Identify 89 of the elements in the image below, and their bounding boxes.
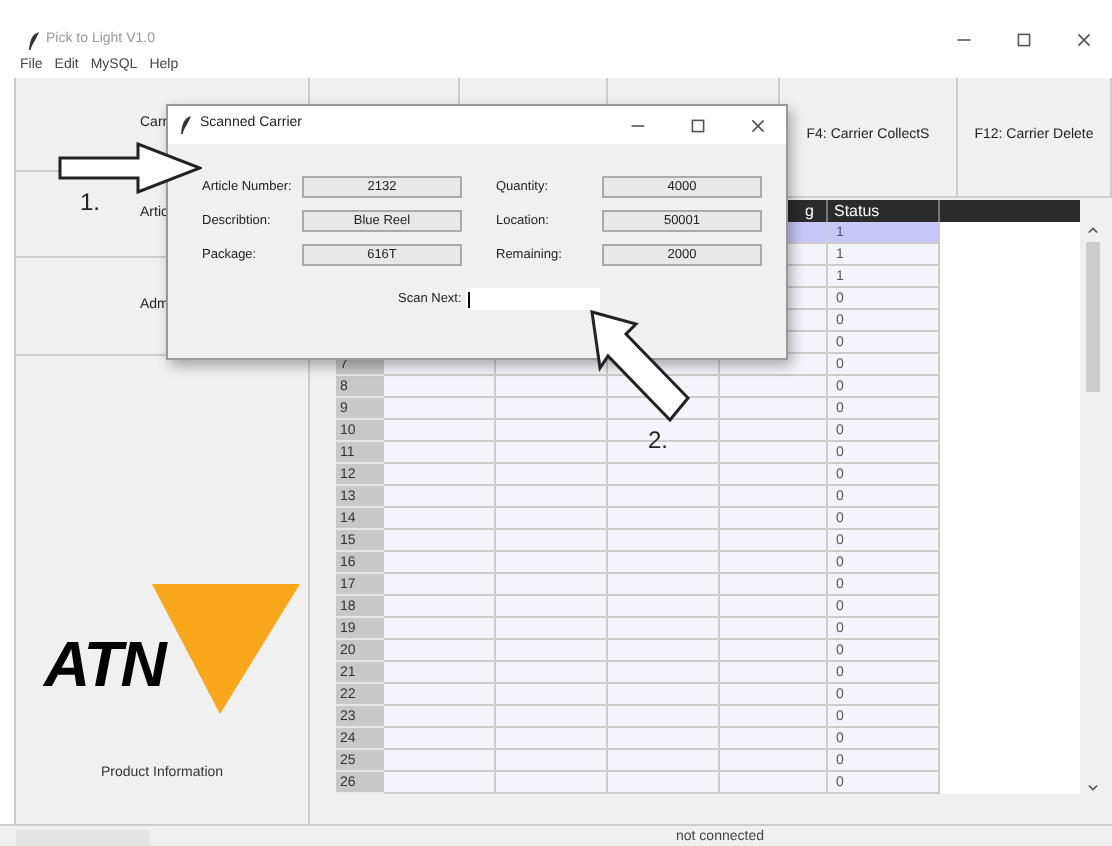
close-icon[interactable] — [750, 117, 766, 133]
table-cell — [608, 486, 720, 508]
table-cell — [384, 662, 496, 684]
table-cell — [608, 618, 720, 640]
annotation-label: 2. — [648, 424, 669, 458]
table-cell — [720, 376, 828, 398]
table-cell — [384, 618, 496, 640]
maximize-icon[interactable] — [690, 117, 706, 133]
caret-up-icon[interactable] — [1088, 226, 1098, 234]
table-cell — [384, 772, 496, 794]
right-arrow-icon — [58, 142, 202, 194]
feather-icon — [180, 116, 192, 134]
up-left-arrow-icon — [588, 308, 692, 424]
scrollbar-thumb[interactable] — [1086, 242, 1100, 392]
table-cell — [720, 662, 828, 684]
table-cell — [608, 750, 720, 772]
table-cell — [720, 596, 828, 618]
table-cell — [608, 684, 720, 706]
table-cell — [384, 706, 496, 728]
table-cell — [496, 464, 608, 486]
close-icon[interactable] — [1076, 32, 1092, 48]
table-cell — [384, 464, 496, 486]
table-cell — [720, 442, 828, 464]
column-header[interactable]: g — [805, 199, 814, 223]
table-cell — [496, 684, 608, 706]
table-cell — [496, 640, 608, 662]
table-cell — [720, 508, 828, 530]
table-cell — [384, 530, 496, 552]
caret-down-icon[interactable] — [1088, 784, 1098, 792]
table-cell — [384, 728, 496, 750]
table-cell — [720, 750, 828, 772]
table-cell — [720, 728, 828, 750]
table-cell — [384, 552, 496, 574]
table-cell — [496, 706, 608, 728]
table-cell — [720, 706, 828, 728]
table-cell — [720, 574, 828, 596]
table-cell — [720, 552, 828, 574]
table-cell — [720, 618, 828, 640]
table-cell — [720, 772, 828, 794]
table-cell — [720, 640, 828, 662]
table-cell — [384, 486, 496, 508]
table-cell — [720, 530, 828, 552]
table-cell — [720, 398, 828, 420]
table-cell — [608, 772, 720, 794]
table-cell — [608, 574, 720, 596]
table-cell — [496, 574, 608, 596]
table-cell — [384, 508, 496, 530]
table-cell — [496, 398, 608, 420]
table-cell — [496, 376, 608, 398]
table-cell — [384, 596, 496, 618]
table-cell — [608, 530, 720, 552]
table-cell — [608, 596, 720, 618]
table-cell — [608, 464, 720, 486]
table-cell — [720, 684, 828, 706]
table-cell — [496, 442, 608, 464]
table-cell — [608, 662, 720, 684]
table-cell — [384, 442, 496, 464]
table-cell — [384, 750, 496, 772]
annotation-label: 1. — [80, 186, 101, 220]
column-header[interactable]: Status — [834, 199, 880, 223]
table-cell — [496, 552, 608, 574]
maximize-icon[interactable] — [1016, 32, 1032, 48]
table-cell — [496, 728, 608, 750]
table-cell — [496, 530, 608, 552]
table-cell — [720, 464, 828, 486]
logo-text: ATN — [44, 632, 165, 696]
table-cell — [608, 706, 720, 728]
table-cell — [720, 420, 828, 442]
table-cell — [496, 508, 608, 530]
table-cell — [384, 640, 496, 662]
table-cell — [608, 728, 720, 750]
table-cell — [608, 640, 720, 662]
table-cell — [384, 684, 496, 706]
table-cell — [496, 420, 608, 442]
table-cell — [496, 596, 608, 618]
table-cell — [720, 486, 828, 508]
table-cell — [384, 574, 496, 596]
feather-icon — [28, 31, 40, 49]
table-cell — [384, 376, 496, 398]
table-cell — [384, 398, 496, 420]
scan-next-field[interactable] — [465, 288, 600, 310]
table-cell — [496, 618, 608, 640]
table-cell — [496, 772, 608, 794]
table-cell — [384, 420, 496, 442]
table-cell — [496, 486, 608, 508]
table-cell — [608, 508, 720, 530]
table-cell — [608, 552, 720, 574]
table-cell — [496, 662, 608, 684]
table-cell — [496, 750, 608, 772]
